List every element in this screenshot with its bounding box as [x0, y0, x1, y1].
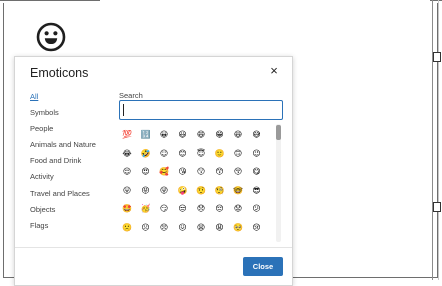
emoji-cell[interactable]: 😙: [215, 167, 225, 177]
smiley-face-icon[interactable]: [36, 22, 66, 52]
emoji-cell[interactable]: 🙁: [122, 223, 132, 233]
emoji-cell[interactable]: 😆: [233, 130, 243, 140]
emoji-cell[interactable]: 💯: [122, 130, 132, 140]
emoji-cell[interactable]: 😔: [215, 204, 225, 214]
emoji-cell[interactable]: 🙂: [215, 149, 225, 159]
emoji-cell[interactable]: 😁: [215, 130, 225, 140]
emoji-cell[interactable]: 😗: [196, 167, 206, 177]
emoji-cell[interactable]: 😣: [159, 223, 169, 233]
emoji-cell[interactable]: 🤪: [178, 186, 188, 196]
category-travel-and-places[interactable]: Travel and Places: [30, 188, 96, 204]
emoji-cell[interactable]: 😋: [252, 167, 262, 177]
frame-top-left-line: [0, 0, 100, 1]
emoji-cell[interactable]: 😕: [252, 204, 262, 214]
page-edge-line: [432, 0, 433, 280]
emoji-cell[interactable]: 😃: [178, 130, 188, 140]
emoji-cell[interactable]: 😟: [233, 204, 243, 214]
emoji-cell[interactable]: ☹: [141, 223, 151, 233]
emoji-cell[interactable]: 😢: [252, 223, 262, 233]
emoji-cell[interactable]: 😎: [252, 186, 262, 196]
emoji-cell[interactable]: 😝: [141, 186, 151, 196]
emoji-cell[interactable]: 😌: [122, 167, 132, 177]
emoji-cell[interactable]: 🧐: [215, 186, 225, 196]
emoji-cell[interactable]: 🤨: [196, 186, 206, 196]
emoji-cell[interactable]: 😞: [196, 204, 206, 214]
emoji-cell[interactable]: 😅: [252, 130, 262, 140]
emoji-cell[interactable]: 🔢: [141, 130, 151, 140]
emoji-cell[interactable]: 😍: [141, 167, 151, 177]
category-all[interactable]: All: [30, 91, 96, 107]
close-icon[interactable]: ×: [267, 64, 281, 78]
emoji-cell[interactable]: 😀: [159, 130, 169, 140]
text-cursor: [123, 104, 124, 116]
category-food-and-drink[interactable]: Food and Drink: [30, 155, 96, 171]
emoji-cell[interactable]: 😖: [178, 223, 188, 233]
category-activity[interactable]: Activity: [30, 171, 96, 187]
scrollbar-track[interactable]: [276, 124, 281, 242]
emoji-cell[interactable]: 🥰: [159, 167, 169, 177]
emoji-cell[interactable]: 😒: [178, 204, 188, 214]
page-edge-line-outer: [438, 0, 439, 280]
emoji-cell[interactable]: 😄: [196, 130, 206, 140]
emoji-cell[interactable]: 😚: [233, 167, 243, 177]
emoji-cell[interactable]: 😫: [196, 223, 206, 233]
emoji-cell[interactable]: ☺: [159, 149, 169, 159]
category-people[interactable]: People: [30, 123, 96, 139]
scrollbar-thumb[interactable]: [276, 125, 281, 140]
close-button[interactable]: Close: [243, 257, 283, 276]
emoji-cell[interactable]: 🙃: [233, 149, 243, 159]
emoji-cell[interactable]: 😛: [122, 186, 132, 196]
emoji-grid: 💯 🔢 😀 😃 😄 😁 😆 😅 😂 🤣 ☺ 😊 😇 🙂 🙃 😉 😌 😍 🥰 😘 😗 😙 😚 😋 😛 😝 😜 🤪 🤨 🧐 🤓 😎 🤩 🥳 😏 😒 😞 😔 😟 😕…: [119, 125, 279, 241]
emoji-cell[interactable]: 😘: [178, 167, 188, 177]
emoji-cell[interactable]: 😏: [159, 204, 169, 214]
category-animals-and-nature[interactable]: Animals and Nature: [30, 139, 96, 155]
emoji-cell[interactable]: 😩: [215, 223, 225, 233]
search-input[interactable]: [119, 100, 283, 120]
emoji-cell[interactable]: 😜: [159, 186, 169, 196]
category-list: All Symbols People Animals and Nature Fo…: [30, 91, 96, 236]
dialog-title: Emoticons: [30, 66, 89, 80]
emoji-cell[interactable]: 🤓: [233, 186, 243, 196]
emoji-cell[interactable]: 🥺: [233, 223, 243, 233]
emoji-cell[interactable]: 🤣: [141, 149, 151, 159]
emoji-cell[interactable]: 😂: [122, 149, 132, 159]
category-flags[interactable]: Flags: [30, 220, 96, 236]
edge-marker: [433, 202, 441, 212]
edge-marker: [433, 52, 441, 62]
emoji-cell[interactable]: 😉: [252, 149, 262, 159]
dialog-footer-divider: [15, 247, 292, 248]
emoji-cell[interactable]: 😇: [196, 149, 206, 159]
category-objects[interactable]: Objects: [30, 204, 96, 220]
emoticons-dialog: Emoticons × All Symbols People Animals a…: [14, 56, 293, 286]
emoji-cell[interactable]: 🥳: [141, 204, 151, 214]
search-label: Search: [119, 91, 143, 100]
category-symbols[interactable]: Symbols: [30, 107, 96, 123]
emoji-cell[interactable]: 🤩: [122, 204, 132, 214]
emoji-cell[interactable]: 😊: [178, 149, 188, 159]
